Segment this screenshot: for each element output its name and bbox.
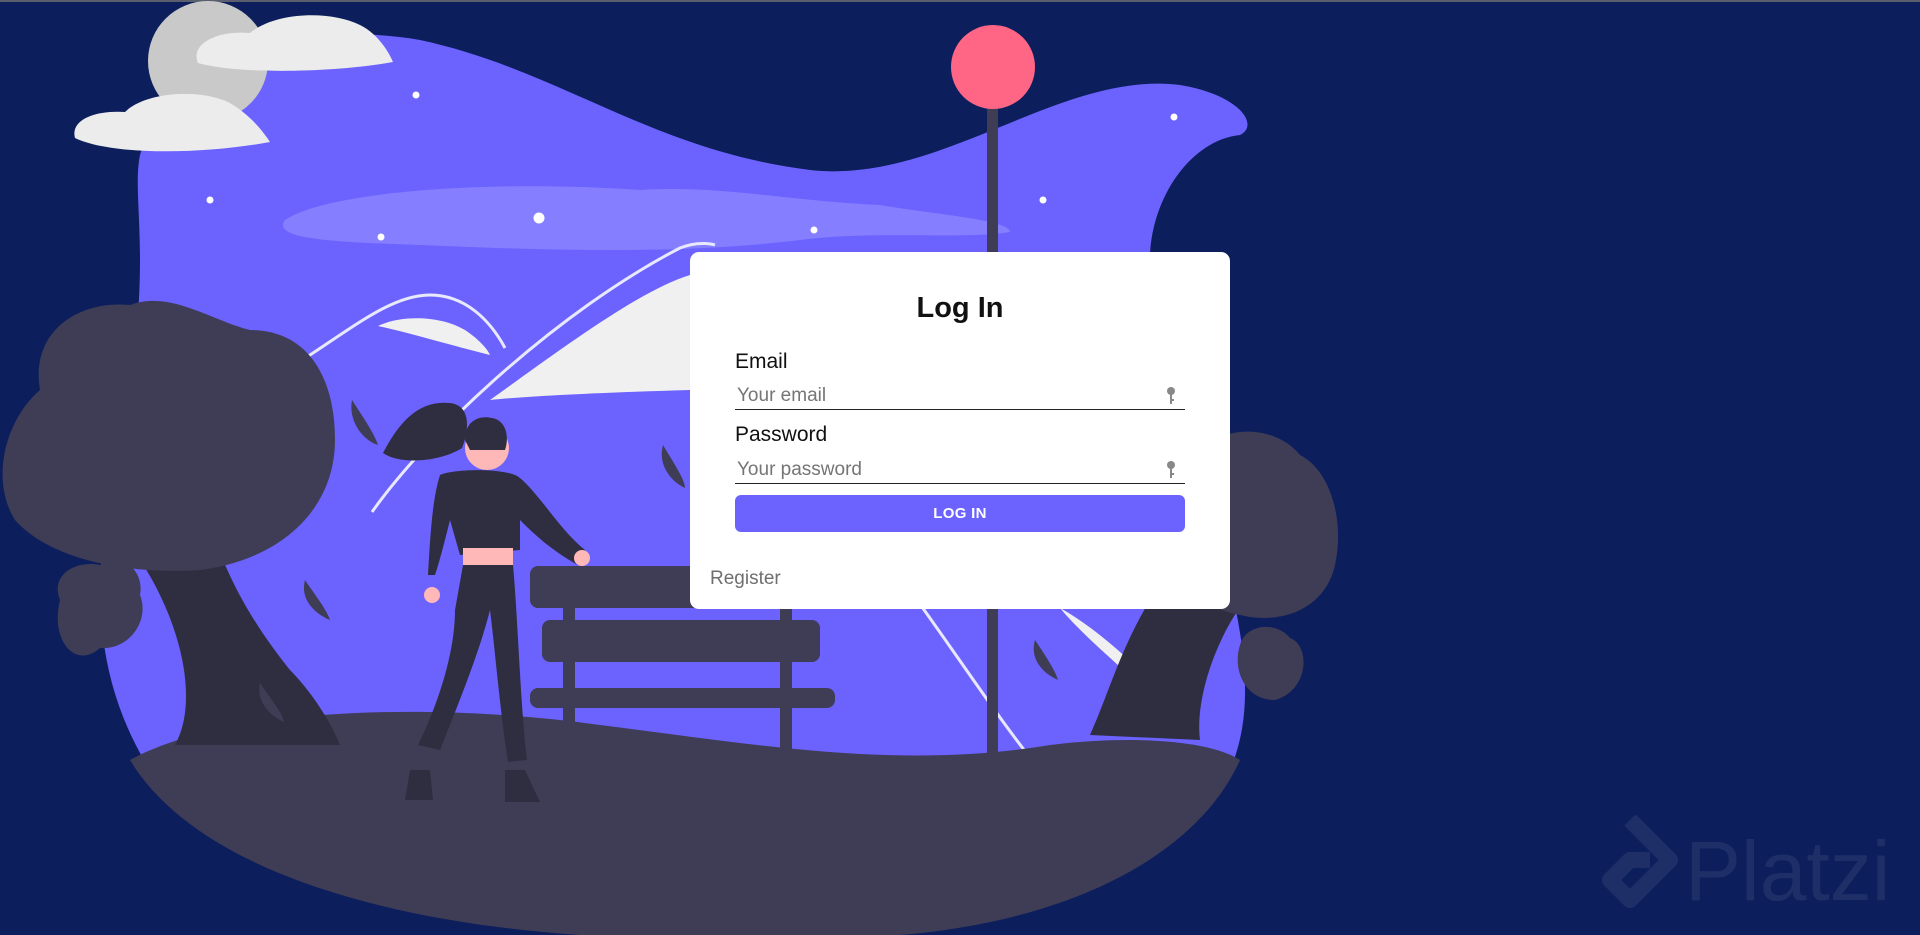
right-tree-bush: [1237, 626, 1304, 700]
login-title: Log In: [916, 292, 1004, 324]
email-label: Email: [735, 350, 788, 373]
login-card: Log In Email Password LOG IN Register: [690, 252, 1230, 609]
password-label: Password: [735, 423, 828, 446]
platzi-watermark: Platzi: [1575, 815, 1920, 935]
lamp-post-light: [951, 25, 1035, 109]
watermark-text: Platzi: [1685, 824, 1891, 918]
key-icon[interactable]: [1165, 460, 1177, 480]
email-field-wrapper: [735, 384, 1185, 410]
platzi-logo-icon: [1602, 815, 1678, 908]
password-field-wrapper: [735, 458, 1185, 484]
login-button[interactable]: LOG IN: [735, 495, 1185, 532]
key-icon[interactable]: [1165, 386, 1177, 406]
ground: [130, 711, 1240, 935]
left-tree-canopy: [2, 300, 336, 571]
register-link[interactable]: Register: [710, 568, 781, 590]
password-input[interactable]: [737, 458, 1147, 482]
email-input[interactable]: [737, 384, 1147, 408]
